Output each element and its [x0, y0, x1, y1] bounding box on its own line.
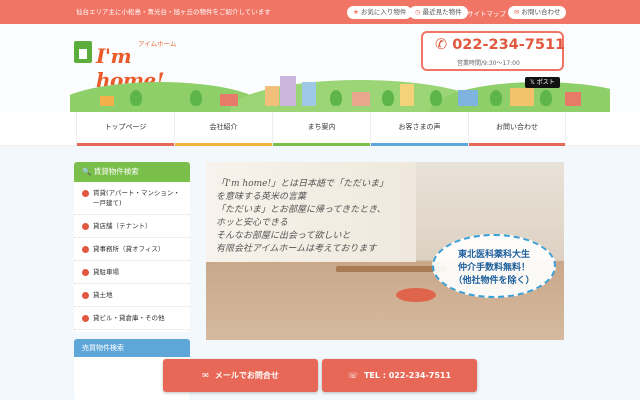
badge-line: 東北医科薬科大生: [457, 250, 530, 260]
nav-company[interactable]: 会社紹介: [174, 112, 272, 146]
star-icon: ★: [353, 8, 359, 16]
hero-line: 有限会社アイムホームは考えております: [216, 244, 377, 254]
bullet-icon: [82, 291, 89, 299]
sidebar-item-land[interactable]: 貸土地: [74, 284, 190, 307]
bullet-icon: [82, 189, 89, 197]
phone-number-text: 022-234-7511: [452, 37, 566, 53]
nav-contact[interactable]: お問い合わせ: [468, 112, 566, 146]
top-bar: 仙台エリア主に小松島・青光台・旭ヶ丘の物件をご紹介しています ★ お気に入り物件 …: [0, 0, 640, 24]
hero-copy: 「I'm home!」とは日本語で「ただいま」 を意味する英米の言葉 「ただいま…: [216, 178, 388, 256]
business-hours: 営業時間/9:30～17:00: [457, 60, 520, 67]
sitemap-link[interactable]: サイトマップ: [467, 8, 506, 18]
nav-voices-label: お客さまの声: [398, 123, 441, 131]
nav-company-label: 会社紹介: [209, 123, 238, 131]
hero-bench: [336, 266, 446, 272]
phone-box[interactable]: ✆ 022-234-7511 営業時間/9:30～17:00: [421, 31, 565, 71]
recent-label: 最近見た物件: [422, 8, 462, 16]
sidebar-item-label: 貸ビル・貸倉庫・その他: [93, 314, 165, 322]
hero-line: 「ただいま」とお部屋に帰ってきたとき、: [216, 205, 386, 215]
site-tagline: 仙台エリア主に小松島・青光台・旭ヶ丘の物件をご紹介しています: [76, 8, 271, 16]
top-contact-label: お問い合わせ: [521, 8, 561, 16]
sidebar-item-label: 貸土地: [93, 291, 113, 299]
global-nav: トップページ 会社紹介 まち案内 お客さまの声 お問い合わせ: [0, 112, 640, 146]
rental-search-sidebar: 🔍 賃貸物件検索 賃貸(アパート・マンション・一戸建て) 貸店舗（テナント） 貸…: [74, 162, 190, 332]
hero-line: 「I'm home!」とは日本語で「ただいま」: [216, 179, 389, 189]
hero-line: そんなお部屋に出会って欲しいと: [216, 231, 351, 241]
promo-badge: 東北医科薬科大生 仲介手数料無料！ （他社物件を除く）: [432, 234, 556, 298]
sidebar-item-shop[interactable]: 貸店舗（テナント）: [74, 215, 190, 238]
sale-search-heading: 売買物件検索: [74, 339, 190, 357]
rental-search-title: 賃貸物件検索: [93, 167, 139, 176]
house-logo-icon: [74, 41, 92, 63]
top-contact-button[interactable]: ✉ お問い合わせ: [508, 6, 567, 19]
mail-icon: ✉: [514, 8, 520, 16]
sidebar-item-parking[interactable]: 貸駐車場: [74, 261, 190, 284]
sidebar-item-rental-housing[interactable]: 賃貸(アパート・マンション・一戸建て): [74, 182, 190, 215]
favorites-button[interactable]: ★ お気に入り物件: [347, 6, 413, 19]
tel-contact-button[interactable]: ☏ TEL : 022-234-7511: [322, 359, 477, 392]
sidebar-item-label: 貸駐車場: [93, 268, 119, 276]
mail-contact-button[interactable]: ✉ メールでお問合せ: [163, 359, 318, 392]
x-icon: 𝕏: [530, 79, 535, 86]
badge-line: （他社物件を除く）: [453, 276, 535, 286]
clock-icon: ◷: [415, 8, 421, 16]
hero-rug: [396, 288, 436, 302]
mail-contact-label: メールでお問合せ: [214, 371, 279, 380]
sidebar-item-office[interactable]: 貸事務所（貸オフィス）: [74, 238, 190, 261]
bullet-icon: [82, 222, 89, 230]
nav-testimonials[interactable]: お客さまの声: [370, 112, 468, 146]
mail-icon: ✉: [202, 371, 209, 380]
nav-contact-label: お問い合わせ: [496, 123, 538, 131]
site-logo[interactable]: アイムホーム I'm home!: [74, 38, 199, 92]
floating-contact-bar: ✉ メールでお問合せ ☏ TEL : 022-234-7511: [0, 356, 640, 400]
phone-icon: ✆: [435, 37, 448, 53]
hero-line: ホッと安心できる: [216, 218, 288, 228]
bullet-icon: [82, 245, 89, 253]
rental-search-heading: 🔍 賃貸物件検索: [74, 162, 190, 182]
hero-banner: 「I'm home!」とは日本語で「ただいま」 を意味する英米の言葉 「ただいま…: [206, 162, 564, 340]
sidebar-item-building[interactable]: 貸ビル・貸倉庫・その他: [74, 307, 190, 330]
sidebar-item-label: 賃貸(アパート・マンション・一戸建て): [93, 189, 180, 207]
post-label: ポスト: [536, 79, 555, 86]
sidebar-item-label: 貸店舗（テナント）: [93, 222, 152, 230]
recently-viewed-button[interactable]: ◷ 最近見た物件: [409, 6, 468, 19]
nav-top-label: トップページ: [104, 123, 147, 131]
phone-icon: ☏: [347, 371, 358, 380]
nav-top[interactable]: トップページ: [76, 112, 174, 146]
favorites-label: お気に入り物件: [360, 8, 407, 16]
phone-number: ✆ 022-234-7511: [435, 37, 565, 53]
hero-line: を意味する英米の言葉: [216, 192, 307, 202]
search-icon: 🔍: [82, 167, 92, 176]
nav-town-guide[interactable]: まち案内: [272, 112, 370, 146]
bullet-icon: [82, 314, 89, 322]
nav-town-label: まち案内: [307, 123, 336, 131]
x-post-button[interactable]: 𝕏 ポスト: [525, 77, 560, 88]
bullet-icon: [82, 268, 89, 276]
badge-line: 仲介手数料無料！: [457, 263, 530, 273]
tel-contact-label: TEL : 022-234-7511: [363, 371, 452, 380]
sidebar-item-label: 貸事務所（貸オフィス）: [93, 245, 165, 253]
